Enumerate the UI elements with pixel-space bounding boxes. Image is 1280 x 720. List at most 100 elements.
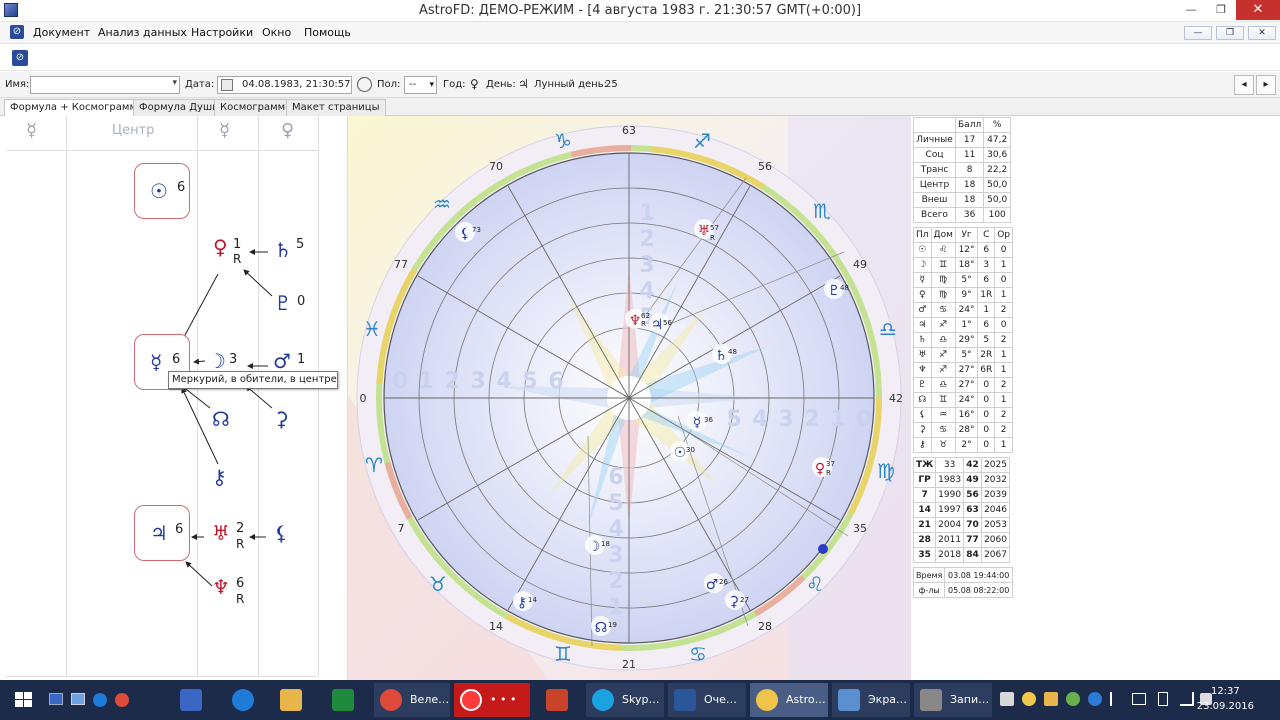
cosmogram-wheel[interactable]: 63 56 49 42 35 28 21 14 7 0 77 70 ♑ ♐ ♏ …: [348, 116, 911, 680]
bluetooth-icon[interactable]: [1088, 692, 1102, 706]
planet-cell: 1°: [954, 317, 979, 333]
mdi-restore-button[interactable]: ❐: [1216, 26, 1244, 40]
taskbar-app-chrome[interactable]: Веле…: [374, 683, 450, 717]
tray-icon[interactable]: [1022, 692, 1036, 706]
quicklaunch-window[interactable]: [68, 683, 90, 717]
close-button[interactable]: ✕: [1236, 0, 1280, 20]
svg-text:14: 14: [528, 596, 537, 604]
table-row: ♆ ♐ 27° 6R 1: [913, 362, 1013, 378]
menu-help[interactable]: Помощь: [304, 26, 351, 39]
bottom-divider: [6, 676, 318, 677]
menu-window[interactable]: Окно: [262, 26, 291, 39]
table-row: 35 2018 84 2067: [912, 547, 1010, 563]
taskbar-app-recorder[interactable]: Запи…: [914, 683, 992, 717]
degree-49: 49: [853, 258, 867, 271]
quicklaunch-chrome[interactable]: [112, 683, 134, 717]
calendar-icon[interactable]: [221, 79, 233, 91]
taskbar-app-store[interactable]: [322, 683, 366, 717]
next-arrow-button[interactable]: ▸: [1256, 75, 1276, 95]
mars-symbol[interactable]: ♂: [273, 350, 291, 372]
maximize-button[interactable]: ❐: [1206, 0, 1236, 20]
cycle-cell: 2018: [935, 547, 965, 563]
score-cell: 36: [954, 207, 985, 223]
planet-cell: ♐: [930, 317, 956, 333]
taskbar-app-screen[interactable]: Экра…: [832, 683, 910, 717]
astro-toolbar-icon[interactable]: ⊘: [12, 50, 28, 66]
neptune-symbol[interactable]: ♆: [212, 576, 230, 598]
tray-icon[interactable]: [1000, 692, 1014, 706]
table-row: ТЖ 33 42 2025: [912, 457, 1010, 473]
tab-cosmogram[interactable]: Космограмма: [214, 99, 298, 116]
svg-text:♅: ♅: [698, 223, 711, 239]
tab-formula-cosmogram[interactable]: Формула + Космограмма: [4, 99, 150, 117]
svg-text:1: 1: [608, 595, 623, 620]
menu-data-analysis[interactable]: Анализ данных: [98, 26, 187, 39]
saturn-symbol[interactable]: ♄: [274, 239, 292, 261]
menu-settings[interactable]: Настройки: [191, 26, 253, 39]
stats-panel: Балл % Личные 17 47,2 Соц 11 30,6 Транс 8 22,2…: [912, 117, 1013, 598]
svg-text:1: 1: [418, 369, 433, 394]
moon-symbol[interactable]: ☽: [208, 350, 226, 372]
planet-head: Дом: [930, 227, 956, 243]
planet-cell: ♊: [930, 392, 956, 408]
sex-select[interactable]: -- ▾: [404, 76, 437, 94]
clock[interactable]: 12:37 23.09.2016: [1197, 684, 1254, 714]
name-select[interactable]: ▾: [30, 76, 180, 94]
sign-aries: ♈: [365, 453, 383, 477]
tab-soul-formula[interactable]: Формула Души: [133, 99, 225, 116]
taskbar-label-astro: Astro…: [786, 693, 826, 706]
svg-text:6: 6: [548, 369, 563, 394]
svg-text:48: 48: [728, 348, 737, 356]
taskbar-app-skype[interactable]: Skyp…: [586, 683, 664, 717]
menu-document[interactable]: Документ: [33, 26, 90, 39]
formula-panel: ☿ Центр ☿ ♀ ☉ 6 ♀ 1 R ♄ 5 ♇ 0 ☿ 6 ☽ 3 ♂ …: [0, 116, 348, 680]
tray-icon[interactable]: [1066, 692, 1080, 706]
chiron-symbol[interactable]: ⚷: [212, 466, 227, 488]
date-field[interactable]: 04.08.1983, 21:30:57: [217, 76, 352, 94]
taskbar-app-ie[interactable]: [222, 683, 266, 717]
year-symbol: ♀: [470, 77, 479, 91]
lilith-symbol[interactable]: ⚸: [274, 522, 289, 544]
svg-text:♆: ♆: [629, 313, 642, 329]
battery-icon[interactable]: [1158, 692, 1168, 706]
quicklaunch-ie[interactable]: [90, 683, 112, 717]
svg-text:R: R: [641, 320, 646, 328]
quicklaunch-desktop[interactable]: [46, 683, 68, 717]
minimize-button[interactable]: —: [1176, 0, 1206, 20]
taskbar-app-opera[interactable]: • • •: [454, 683, 530, 717]
volume-icon[interactable]: [1132, 693, 1146, 705]
planet-cell: ⚸: [913, 407, 932, 423]
degree-14: 14: [489, 620, 503, 633]
globe-icon[interactable]: [357, 77, 372, 92]
pluto-symbol[interactable]: ♇: [274, 292, 292, 314]
menu-bar: ⊘ Документ Анализ данных Настройки Окно …: [0, 22, 1280, 44]
node-symbol[interactable]: ☊: [212, 408, 230, 430]
year-label: Год:: [443, 79, 466, 90]
mdi-close-button[interactable]: ✕: [1248, 26, 1276, 40]
mdi-minimize-button[interactable]: —: [1184, 26, 1212, 40]
prev-arrow-button[interactable]: ◂: [1234, 75, 1254, 95]
score-cell: Внеш: [913, 192, 956, 208]
taskbar-app-explorer[interactable]: [270, 683, 314, 717]
taskbar-app-snip[interactable]: [170, 683, 214, 717]
start-button[interactable]: [10, 683, 40, 717]
document-system-icon[interactable]: ⊘: [10, 25, 24, 39]
uranus-symbol[interactable]: ♅: [212, 522, 230, 544]
svg-text:0: 0: [392, 369, 407, 394]
svg-text:R: R: [710, 234, 715, 242]
taskbar-app-powerpoint[interactable]: [536, 683, 580, 717]
wheel-svg: 63 56 49 42 35 28 21 14 7 0 77 70 ♑ ♐ ♏ …: [348, 116, 911, 680]
planet-cell: 1: [994, 257, 1013, 273]
venus-symbol[interactable]: ♀: [213, 236, 228, 258]
svg-text:♄: ♄: [715, 348, 728, 364]
flag-icon[interactable]: [1110, 692, 1122, 706]
taskbar-app-astro[interactable]: Astro…: [750, 683, 828, 717]
taskbar-app-word[interactable]: Оче…: [668, 683, 746, 717]
table-row: ⚷ ♉ 2° 0 1: [913, 437, 1013, 453]
ceres-symbol[interactable]: ⚳: [274, 408, 289, 430]
planet-cell: 2: [994, 332, 1013, 348]
planet-cell: 1: [994, 392, 1013, 408]
tray-icon[interactable]: [1044, 692, 1058, 706]
network-icon[interactable]: [1180, 692, 1194, 706]
tab-page-layout[interactable]: Макет страницы: [286, 99, 386, 116]
